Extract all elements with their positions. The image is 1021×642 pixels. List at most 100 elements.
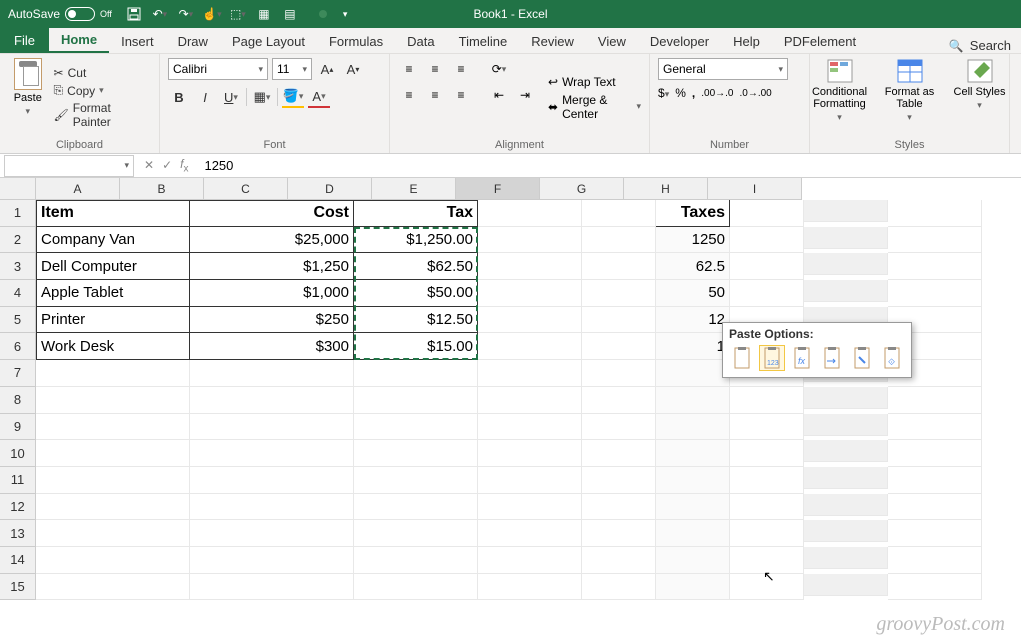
- cell[interactable]: [656, 440, 730, 467]
- cell[interactable]: [888, 280, 982, 307]
- accounting-format-icon[interactable]: $: [658, 86, 669, 100]
- align-middle-icon[interactable]: ≡: [424, 58, 446, 80]
- cell[interactable]: [656, 360, 730, 387]
- cell[interactable]: $250: [190, 307, 354, 334]
- cell[interactable]: [190, 467, 354, 494]
- align-top-icon[interactable]: ≡: [398, 58, 420, 80]
- fx-icon[interactable]: fx: [180, 157, 188, 174]
- tab-help[interactable]: Help: [721, 30, 772, 53]
- increase-decimal-icon[interactable]: .00→.0: [701, 88, 733, 99]
- autosave-switch-icon[interactable]: [65, 7, 95, 21]
- cell[interactable]: Apple Tablet: [36, 280, 190, 307]
- cell[interactable]: [804, 253, 888, 275]
- cell[interactable]: Cost: [190, 200, 354, 227]
- cell[interactable]: [582, 414, 656, 441]
- cell[interactable]: [656, 547, 730, 574]
- cell[interactable]: [730, 520, 804, 547]
- cell[interactable]: [582, 333, 656, 360]
- cell[interactable]: [190, 387, 354, 414]
- cell[interactable]: [888, 520, 982, 547]
- cell[interactable]: [190, 574, 354, 601]
- cell[interactable]: [804, 414, 888, 436]
- cell[interactable]: [888, 467, 982, 494]
- undo-icon[interactable]: ↶: [153, 7, 167, 21]
- cell[interactable]: [354, 494, 478, 521]
- underline-button[interactable]: U: [220, 86, 242, 108]
- row-header[interactable]: 6: [0, 333, 36, 360]
- cell[interactable]: $300: [190, 333, 354, 360]
- cell[interactable]: Printer: [36, 307, 190, 334]
- cell[interactable]: [478, 520, 582, 547]
- tab-draw[interactable]: Draw: [166, 30, 220, 53]
- cell[interactable]: [888, 574, 982, 601]
- spreadsheet[interactable]: A B C D E F G H I 1ItemCostTaxTaxes2Comp…: [0, 178, 1021, 600]
- cell[interactable]: [354, 440, 478, 467]
- cell[interactable]: [190, 360, 354, 387]
- align-bottom-icon[interactable]: ≡: [450, 58, 472, 80]
- cell[interactable]: [804, 520, 888, 542]
- col-header-h[interactable]: H: [624, 178, 708, 200]
- cell[interactable]: [730, 414, 804, 441]
- cell[interactable]: $1,250.00: [354, 227, 478, 254]
- font-name-select[interactable]: Calibri: [168, 58, 268, 80]
- cell[interactable]: [354, 467, 478, 494]
- cell[interactable]: $15.00: [354, 333, 478, 360]
- search-icon[interactable]: 🔍: [949, 39, 964, 53]
- col-header-e[interactable]: E: [372, 178, 456, 200]
- cell[interactable]: [36, 440, 190, 467]
- increase-indent-icon[interactable]: ⇥: [514, 84, 536, 106]
- cell[interactable]: [582, 440, 656, 467]
- cell[interactable]: [478, 467, 582, 494]
- row-header[interactable]: 14: [0, 547, 36, 574]
- cell[interactable]: [730, 200, 804, 227]
- cell[interactable]: [36, 547, 190, 574]
- cell[interactable]: [190, 494, 354, 521]
- cell[interactable]: [190, 440, 354, 467]
- merge-center-button[interactable]: ⬌Merge & Center: [548, 93, 641, 121]
- tab-file[interactable]: File: [0, 27, 49, 53]
- cell[interactable]: Company Van: [36, 227, 190, 254]
- cell-styles-button[interactable]: Cell Styles: [950, 58, 1010, 111]
- cell[interactable]: [730, 280, 804, 307]
- align-center-icon[interactable]: ≡: [424, 84, 446, 106]
- cell[interactable]: [36, 467, 190, 494]
- cell[interactable]: 12: [656, 307, 730, 334]
- cell[interactable]: Item: [36, 200, 190, 227]
- cell[interactable]: $50.00: [354, 280, 478, 307]
- cell[interactable]: [730, 547, 804, 574]
- cell[interactable]: [656, 387, 730, 414]
- cell[interactable]: [354, 547, 478, 574]
- cell[interactable]: [888, 200, 982, 227]
- tab-timeline[interactable]: Timeline: [447, 30, 520, 53]
- borders-icon[interactable]: ▦: [257, 7, 271, 21]
- cell[interactable]: [190, 414, 354, 441]
- tab-home[interactable]: Home: [49, 28, 109, 53]
- row-header[interactable]: 2: [0, 227, 36, 254]
- percent-format-icon[interactable]: %: [675, 86, 686, 100]
- bold-button[interactable]: B: [168, 86, 190, 108]
- cut-button[interactable]: ✂Cut: [54, 66, 151, 80]
- cancel-formula-icon[interactable]: ✕: [144, 158, 154, 172]
- cell[interactable]: [478, 227, 582, 254]
- cell[interactable]: [478, 360, 582, 387]
- cell[interactable]: $62.50: [354, 253, 478, 280]
- cell[interactable]: 50: [656, 280, 730, 307]
- paste-option-formulas[interactable]: fx: [789, 345, 815, 371]
- tab-pagelayout[interactable]: Page Layout: [220, 30, 317, 53]
- cell[interactable]: $12.50: [354, 307, 478, 334]
- qat-more-icon[interactable]: [343, 9, 348, 20]
- row-header[interactable]: 3: [0, 253, 36, 280]
- cell[interactable]: [354, 360, 478, 387]
- cell[interactable]: [888, 414, 982, 441]
- cell[interactable]: [354, 574, 478, 601]
- cell[interactable]: [582, 200, 656, 227]
- conditional-formatting-button[interactable]: Conditional Formatting: [810, 58, 870, 123]
- col-header-c[interactable]: C: [204, 178, 288, 200]
- tab-formulas[interactable]: Formulas: [317, 30, 395, 53]
- orientation-icon[interactable]: ⟳: [488, 58, 510, 80]
- redo-icon[interactable]: ↷: [179, 7, 193, 21]
- fill-color-button[interactable]: 🪣: [282, 86, 304, 108]
- cell[interactable]: [888, 227, 982, 254]
- format-painter-button[interactable]: 🖌Format Painter: [54, 101, 151, 129]
- cell[interactable]: [478, 333, 582, 360]
